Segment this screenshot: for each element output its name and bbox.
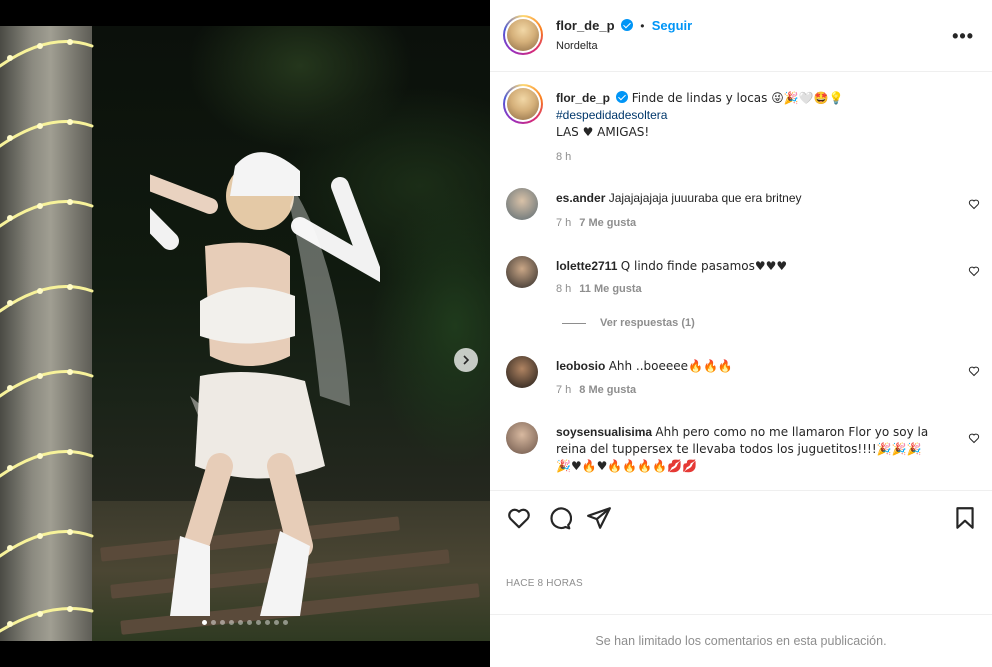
- carousel-dot[interactable]: [229, 620, 234, 625]
- comment-text: Q lindo finde pasamos♥♥♥: [620, 259, 788, 273]
- comment-time: 7 h: [556, 217, 572, 229]
- post-modal: flor_de_p • Seguir Nordelta ••• flor_de_…: [0, 0, 992, 667]
- bookmark-icon[interactable]: [952, 505, 978, 531]
- verified-icon: [620, 19, 633, 31]
- carousel-dot[interactable]: [265, 620, 270, 625]
- comment: leobosio Ahh ..boeeee🔥🔥🔥: [556, 358, 946, 375]
- author-username[interactable]: flor_de_p: [556, 18, 615, 33]
- replies-label: Ver respuestas (1): [600, 317, 695, 329]
- carousel-dot[interactable]: [247, 620, 252, 625]
- comment-avatar[interactable]: [506, 188, 538, 220]
- comment-meta: 7 h 7 Me gusta: [556, 217, 636, 229]
- post-media[interactable]: [0, 26, 490, 641]
- comment-username[interactable]: lolette2711: [556, 259, 617, 273]
- comment-text: Ahh ..boeeee🔥🔥🔥: [608, 359, 733, 373]
- verified-icon: [616, 91, 629, 103]
- follow-button[interactable]: Seguir: [652, 18, 692, 33]
- more-icon[interactable]: •••: [952, 26, 974, 47]
- heart-icon[interactable]: [506, 505, 532, 531]
- comment-meta: 8 h 11 Me gusta: [556, 283, 642, 295]
- post-sidebar: flor_de_p • Seguir Nordelta ••• flor_de_…: [490, 0, 992, 667]
- carousel-dot[interactable]: [256, 620, 261, 625]
- comment-text-line2: 🎉♥🔥♥🔥🔥🔥🔥💋💋: [556, 459, 698, 473]
- carousel-dot[interactable]: [211, 620, 216, 625]
- comment-username[interactable]: leobosio: [556, 359, 605, 373]
- comment-time: 8 h: [556, 283, 572, 295]
- share-icon[interactable]: [586, 505, 612, 531]
- comment: soysensualisima Ahh pero como no me llam…: [556, 424, 956, 475]
- post-header: flor_de_p • Seguir Nordelta •••: [490, 0, 992, 72]
- replies-divider: [562, 322, 586, 324]
- heart-icon[interactable]: [968, 365, 980, 377]
- post-location[interactable]: Nordelta: [556, 40, 598, 52]
- string-lights: [0, 39, 94, 633]
- comment-likes[interactable]: 7 Me gusta: [579, 217, 636, 229]
- comment: lolette2711 Q lindo finde pasamos♥♥♥: [556, 258, 946, 275]
- caption-username[interactable]: flor_de_p: [556, 91, 610, 105]
- chevron-right-icon: [463, 355, 470, 365]
- caption-avatar[interactable]: [503, 84, 543, 124]
- comment-likes[interactable]: 11 Me gusta: [579, 283, 641, 295]
- heart-icon[interactable]: [968, 432, 980, 444]
- carousel-dots: [0, 620, 490, 625]
- comment-time: 7 h: [556, 384, 572, 396]
- comment-text: Jajajajajaja juuuraba que era britney: [608, 191, 802, 205]
- comment: es.ander Jajajajajaja juuuraba que era b…: [556, 190, 946, 207]
- carousel-dot[interactable]: [238, 620, 243, 625]
- comment-avatar[interactable]: [506, 256, 538, 288]
- comment-avatar[interactable]: [506, 422, 538, 454]
- view-replies-button[interactable]: Ver respuestas (1): [562, 317, 695, 329]
- photo-figure: [150, 152, 380, 616]
- caption-time: 8 h: [556, 151, 572, 163]
- comment-likes[interactable]: 8 Me gusta: [579, 384, 636, 396]
- comment-username[interactable]: soysensualisima: [556, 425, 652, 439]
- comment-meta: 7 h 8 Me gusta: [556, 384, 636, 396]
- heart-icon[interactable]: [968, 265, 980, 277]
- comments-list: flor_de_p Finde de lindas y locas 😜🎉🤍🤩💡 …: [490, 72, 992, 490]
- comment-icon[interactable]: [546, 505, 572, 531]
- carousel-dot[interactable]: [283, 620, 288, 625]
- post-actions: [490, 490, 992, 545]
- post-timestamp[interactable]: HACE 8 HORAS: [506, 578, 583, 589]
- carousel-dot[interactable]: [274, 620, 279, 625]
- comment-username[interactable]: es.ander: [556, 191, 605, 205]
- caption: flor_de_p Finde de lindas y locas 😜🎉🤍🤩💡 …: [556, 90, 966, 141]
- caption-hashtag[interactable]: #despedidadesoltera: [556, 108, 667, 122]
- caption-text: Finde de lindas y locas 😜🎉🤍🤩💡: [631, 91, 844, 105]
- caption-line3: LAS ♥ AMIGAS!: [556, 125, 650, 139]
- carousel-dot[interactable]: [220, 620, 225, 625]
- heart-icon[interactable]: [968, 198, 980, 210]
- comments-limited-notice: Se han limitado los comentarios en esta …: [490, 614, 992, 667]
- carousel-dot[interactable]: [202, 620, 207, 625]
- comment-avatar[interactable]: [506, 356, 538, 388]
- author-avatar[interactable]: [503, 15, 543, 55]
- next-media-button[interactable]: [454, 348, 478, 372]
